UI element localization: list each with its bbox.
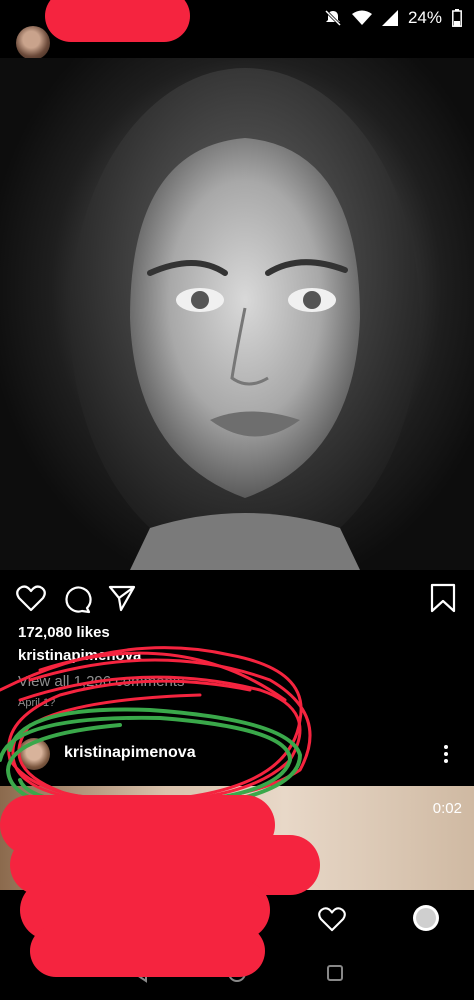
caption-username[interactable]: kristinapimenova [18,647,141,664]
likes-count[interactable]: 172,080 likes [18,624,110,641]
post-date: April 1? [18,697,56,709]
redaction-top [45,0,190,42]
activity-heart-icon[interactable] [318,906,346,937]
share-icon[interactable] [108,584,136,617]
recents-icon[interactable] [325,963,345,988]
avatar[interactable] [18,738,50,770]
comment-icon[interactable] [62,584,92,619]
next-post-header: kristinapimenova [0,728,474,780]
view-comments-link[interactable]: View all 1,296 comments [18,673,184,690]
profile-avatar-icon[interactable] [412,904,440,937]
post-actions [0,578,474,618]
portrait-image [70,68,420,570]
more-options-icon[interactable] [436,742,456,768]
bookmark-icon[interactable] [430,583,456,618]
avatar[interactable] [16,26,50,60]
next-post-username[interactable]: kristinapimenova [64,744,196,762]
post-photo[interactable] [0,58,474,570]
heart-icon[interactable] [16,584,46,617]
redaction-bottom-4 [30,925,265,977]
video-duration: 0:02 [432,800,462,817]
